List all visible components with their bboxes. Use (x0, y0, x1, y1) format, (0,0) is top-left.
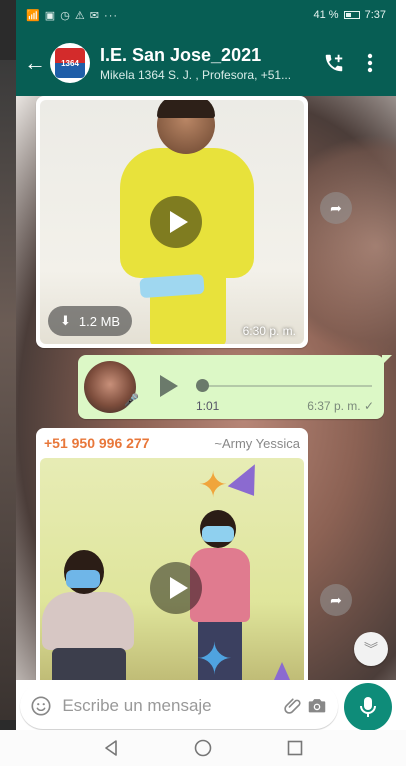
message-time: 6:30 p. m. (242, 324, 296, 338)
sender-number[interactable]: +51 950 996 277 (44, 435, 150, 451)
chat-title: I.E. San Jose_2021 (100, 44, 262, 65)
nav-home-icon[interactable] (192, 737, 214, 759)
triangle-sticker-icon (227, 458, 265, 496)
voice-record-button[interactable] (344, 683, 392, 731)
battery-percent: 41 % (313, 9, 339, 21)
microphone-icon (360, 697, 376, 717)
battery-icon (343, 11, 360, 19)
audio-progress-knob[interactable] (196, 379, 209, 392)
attach-icon[interactable] (283, 691, 305, 721)
chat-participants: Mikela 1364 S. J. , Profesora, +51... (100, 67, 292, 82)
scroll-down-icon[interactable]: ︾ (354, 632, 388, 666)
download-button[interactable]: ⬇ 1.2 MB (48, 306, 133, 336)
play-icon[interactable] (150, 196, 202, 248)
forward-icon[interactable]: ➦ (320, 192, 352, 224)
video-thumbnail[interactable]: ✦ ✦ (40, 458, 304, 680)
voice-message[interactable]: 🎤 1:01 6:37 p. m. ✓ (78, 355, 392, 419)
chat-title-block[interactable]: I.E. San Jose_2021 Mikela 1364 S. J. , P… (100, 45, 316, 82)
left-edge (0, 0, 16, 730)
phone-screen: 📶 ▣ ◷ ⚠ ✉ ··· 41 % 7:37 ← 1364 I.E. San … (16, 0, 396, 766)
mic-icon: 🎤 (124, 393, 139, 407)
group-avatar[interactable]: 1364 (50, 43, 90, 83)
school-logo: 1364 (55, 48, 85, 78)
video-thumbnail[interactable]: ⬇ 1.2 MB 6:30 p. m. (40, 100, 304, 344)
child-photo (42, 550, 134, 680)
file-size: 1.2 MB (78, 313, 121, 329)
message-time: 6:37 p. m. ✓ (307, 399, 374, 413)
message-input-box[interactable] (20, 683, 338, 729)
more-options-icon[interactable] (352, 45, 388, 81)
back-arrow-icon[interactable]: ← (24, 50, 48, 76)
chat-area[interactable]: ⬇ 1.2 MB 6:30 p. m. ➦ 🎤 1:01 6:37 p. m. … (16, 96, 396, 680)
triangle-sticker-icon (266, 662, 298, 680)
nav-back-icon[interactable] (100, 737, 122, 759)
composer-bar (16, 680, 396, 731)
star-sticker-icon: ✦ (196, 635, 233, 680)
sender-alias: ~Army Yessica (214, 435, 300, 451)
forward-icon[interactable]: ➦ (320, 584, 352, 616)
message-input[interactable] (62, 696, 284, 716)
system-nav-bar (0, 730, 406, 766)
audio-progress-track[interactable] (202, 385, 372, 387)
add-call-icon[interactable] (316, 45, 352, 81)
star-sticker-icon: ✦ (198, 464, 229, 505)
status-bar: 📶 ▣ ◷ ⚠ ✉ ··· 41 % 7:37 (16, 0, 396, 30)
video-message[interactable]: +51 950 996 277 ~Army Yessica ✦ ✦ (36, 428, 308, 680)
voice-duration: 1:01 (196, 399, 220, 413)
chat-header: ← 1364 I.E. San Jose_2021 Mikela 1364 S.… (16, 30, 396, 96)
nav-recents-icon[interactable] (284, 737, 306, 759)
clock: 7:37 (364, 9, 386, 21)
right-edge (396, 0, 406, 730)
emoji-icon[interactable] (30, 691, 52, 721)
download-icon: ⬇ (60, 313, 71, 328)
voice-play-icon[interactable] (160, 375, 178, 397)
status-icons: 📶 ▣ ◷ ⚠ ✉ ··· (26, 9, 119, 22)
sender-line: +51 950 996 277 ~Army Yessica (40, 432, 304, 454)
video-message[interactable]: ⬇ 1.2 MB 6:30 p. m. (36, 96, 308, 348)
play-icon[interactable] (150, 562, 202, 614)
camera-icon[interactable] (306, 691, 328, 721)
